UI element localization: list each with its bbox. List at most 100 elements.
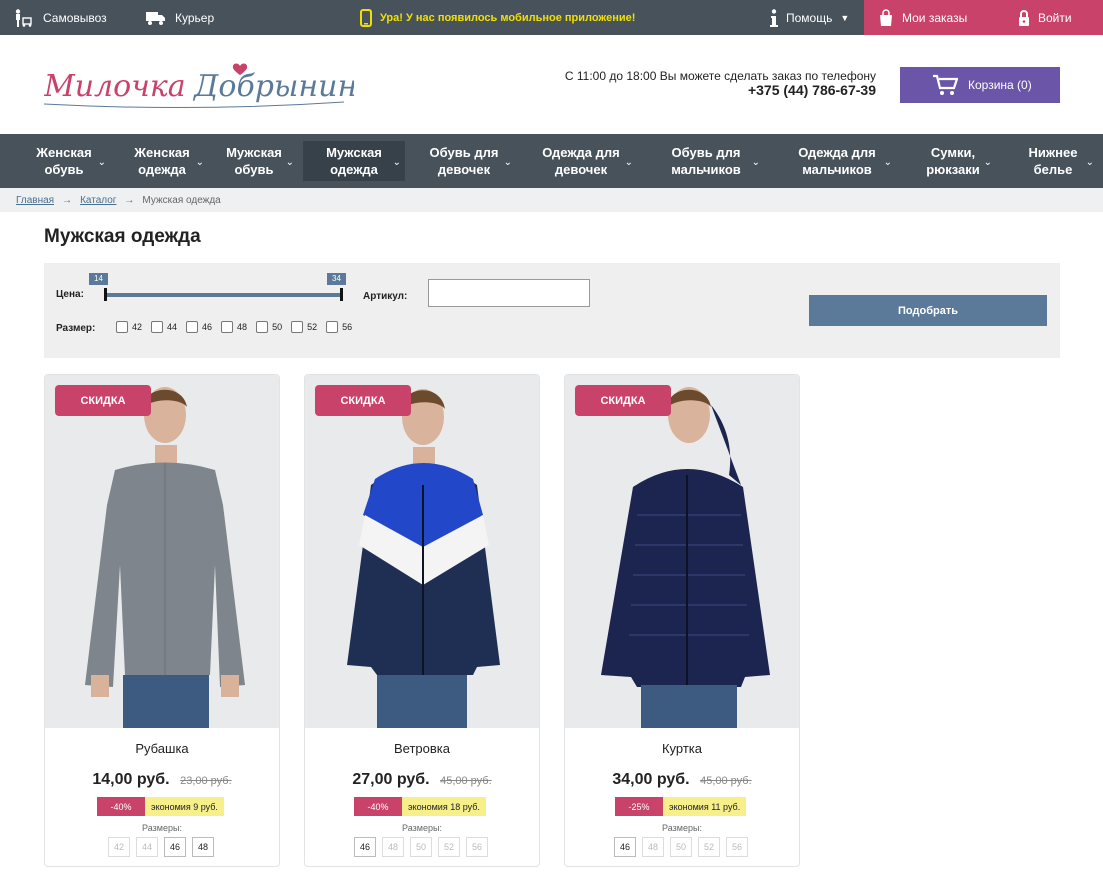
product-old-price: 23,00 руб. <box>180 775 232 787</box>
nav-item-label: Обувь для мальчиков <box>671 145 741 177</box>
discount-percent: -25% <box>615 797 663 816</box>
site-logo[interactable]: Милочка Добрынина <box>44 56 354 112</box>
size-option: 52 <box>698 837 720 857</box>
size-value: 52 <box>307 322 318 332</box>
product-card[interactable]: СКИДКА Рубашка 14,00 руб. 23,00 руб. -40… <box>44 374 280 867</box>
phone-number[interactable]: +375 (44) 786-67-39 <box>560 82 876 98</box>
size-option: 44 <box>136 837 158 857</box>
chevron-down-icon: ⌄ <box>983 157 992 168</box>
checkbox[interactable] <box>116 321 128 333</box>
nav-item-girls-shoes[interactable]: Обувь для девочек ⌄ <box>412 134 516 188</box>
product-sizes: 42 44 46 48 <box>108 837 220 857</box>
size-option[interactable]: 48 <box>192 837 214 857</box>
login-button[interactable]: Войти <box>1006 0 1103 35</box>
nav-item-mens-clothing[interactable]: Мужская одежда ⌄ <box>303 141 405 181</box>
arrow-right-icon: → <box>124 194 135 206</box>
nav-item-womens-clothing[interactable]: Женская одежда ⌄ <box>116 134 208 188</box>
nav-item-mens-shoes[interactable]: Мужская обувь ⌄ <box>210 134 298 188</box>
help-menu[interactable]: Помощь ▼ <box>770 0 849 35</box>
size-option: 50 <box>410 837 432 857</box>
size-checkbox-46[interactable]: 46 <box>186 321 212 333</box>
checkbox[interactable] <box>186 321 199 333</box>
cart-button[interactable]: Корзина (0) <box>900 67 1060 103</box>
economy-amount: экономия 18 руб. <box>402 797 486 816</box>
article-input[interactable] <box>428 279 590 307</box>
checkbox[interactable] <box>326 321 339 333</box>
nav-item-boys-clothing[interactable]: Одежда для мальчиков ⌄ <box>778 134 896 188</box>
chevron-down-icon: ⌄ <box>751 157 760 168</box>
product-photo[interactable] <box>45 375 279 728</box>
price-slider-max-handle[interactable] <box>340 288 343 301</box>
top-bar: Самовывоз Курьер Ура! У нас появилось мо… <box>0 0 1103 35</box>
price-slider-min-handle[interactable] <box>104 288 107 301</box>
price-max-value: 34 <box>327 273 346 285</box>
courier-link[interactable]: Курьер <box>145 0 214 35</box>
size-checkbox-44[interactable]: 44 <box>151 321 177 333</box>
product-prices: 27,00 руб. 45,00 руб. <box>305 771 539 789</box>
my-orders-button[interactable]: Мои заказы <box>864 0 1006 35</box>
price-slider-track[interactable] <box>104 293 342 297</box>
chevron-down-icon: ⌄ <box>97 157 106 168</box>
size-option: 48 <box>382 837 404 857</box>
size-checkbox-56[interactable]: 56 <box>326 321 352 333</box>
product-name[interactable]: Куртка <box>565 741 799 756</box>
phone-icon <box>360 8 372 27</box>
chevron-down-icon: ⌄ <box>285 157 294 168</box>
size-option[interactable]: 46 <box>614 837 636 857</box>
main-nav: Женская обувь ⌄ Женская одежда ⌄ Мужская… <box>0 134 1103 188</box>
sizes-label: Размеры: <box>662 823 702 833</box>
chevron-down-icon: ⌄ <box>1085 157 1094 168</box>
filter-submit-button[interactable]: Подобрать <box>809 295 1047 326</box>
nav-item-label: Женская одежда <box>134 145 190 177</box>
size-option[interactable]: 46 <box>164 837 186 857</box>
chevron-down-icon: ⌄ <box>624 157 633 168</box>
nav-item-boys-shoes[interactable]: Обувь для мальчиков ⌄ <box>648 134 764 188</box>
size-option: 42 <box>108 837 130 857</box>
size-checkbox-48[interactable]: 48 <box>221 321 247 333</box>
product-photo[interactable] <box>305 375 539 728</box>
discount-row: -40% экономия 9 руб. <box>97 797 224 816</box>
size-checkbox-52[interactable]: 52 <box>291 321 317 333</box>
nav-item-bags[interactable]: Сумки, рюкзаки ⌄ <box>910 134 996 188</box>
chevron-down-icon: ⌄ <box>883 157 892 168</box>
nav-item-label: Обувь для девочек <box>429 145 499 177</box>
size-option: 56 <box>726 837 748 857</box>
product-card[interactable]: СКИДКА Куртка 34,00 руб. 45,00 руб. -25%… <box>564 374 800 867</box>
lock-icon <box>1019 9 1029 26</box>
truck-icon <box>146 11 165 25</box>
checkbox[interactable] <box>256 321 269 333</box>
product-prices: 34,00 руб. 45,00 руб. <box>565 771 799 789</box>
size-option: 48 <box>642 837 664 857</box>
nav-item-underwear[interactable]: Нижнее белье ⌄ <box>1008 134 1098 188</box>
info-icon <box>770 8 778 27</box>
pickup-person-icon <box>15 8 32 27</box>
nav-item-label: Женская обувь <box>36 145 92 177</box>
product-name[interactable]: Ветровка <box>305 741 539 756</box>
chevron-down-icon: ⌄ <box>392 157 401 168</box>
product-card[interactable]: СКИДКА Ветровка 27,00 руб. 45,00 руб. -4… <box>304 374 540 867</box>
my-orders-label: Мои заказы <box>902 10 968 25</box>
size-checkbox-42[interactable]: 42 <box>116 321 142 333</box>
sizes-label: Размеры: <box>402 823 442 833</box>
checkbox[interactable] <box>151 321 164 333</box>
size-option: 56 <box>466 837 488 857</box>
nav-item-womens-shoes[interactable]: Женская обувь ⌄ <box>18 134 110 188</box>
breadcrumb-current: Мужская одежда <box>142 194 221 206</box>
product-name[interactable]: Рубашка <box>45 741 279 756</box>
size-value: 46 <box>202 322 213 332</box>
size-checkbox-50[interactable]: 50 <box>256 321 282 333</box>
mobile-app-promo[interactable]: Ура! У нас появилось мобильное приложени… <box>360 0 635 35</box>
checkbox[interactable] <box>221 321 234 333</box>
breadcrumb-catalog[interactable]: Каталог <box>80 195 116 206</box>
product-price: 14,00 руб. <box>92 771 170 788</box>
size-option[interactable]: 46 <box>354 837 376 857</box>
cart-label: Корзина (0) <box>968 78 1032 92</box>
pickup-label: Самовывоз <box>43 10 107 25</box>
pickup-link[interactable]: Самовывоз <box>13 0 107 35</box>
product-prices: 14,00 руб. 23,00 руб. <box>45 771 279 789</box>
product-photo[interactable] <box>565 375 799 728</box>
breadcrumb-home[interactable]: Главная <box>16 195 54 206</box>
nav-item-girls-clothing[interactable]: Одежда для девочек ⌄ <box>525 134 637 188</box>
discount-percent: -40% <box>97 797 145 816</box>
checkbox[interactable] <box>291 321 304 333</box>
